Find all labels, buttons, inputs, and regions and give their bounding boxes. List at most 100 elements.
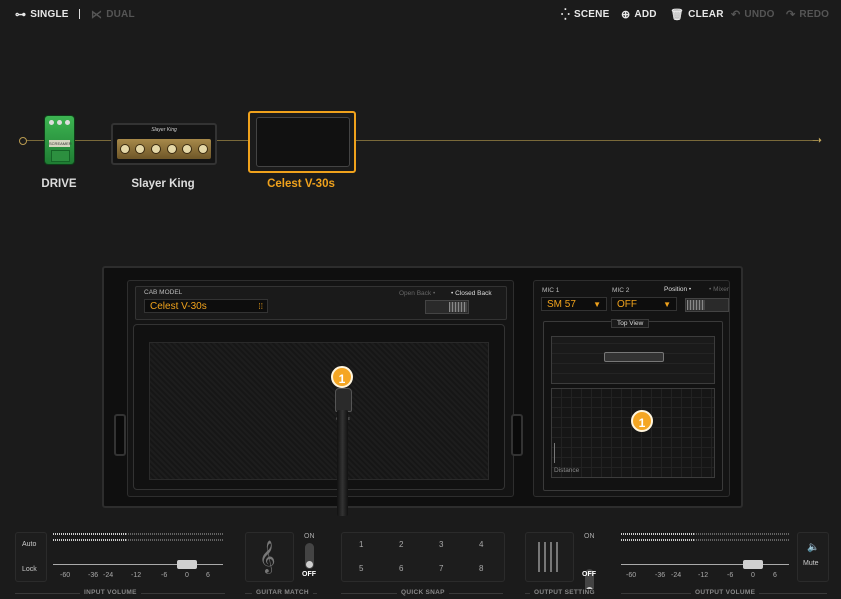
input-meter-r: [53, 539, 126, 541]
cab-model-label: CAB MODEL: [144, 289, 183, 296]
mic-1-drag-handle[interactable]: SHURE: [333, 388, 352, 516]
snap-8-button[interactable]: 8: [479, 564, 483, 573]
cab-handle-right: [511, 414, 523, 456]
position-label: Position: [664, 286, 688, 293]
scale-tick: -60: [626, 572, 637, 579]
scale-tick: 6: [773, 572, 777, 579]
input-volume-slider[interactable]: [53, 564, 223, 565]
snap-7-button[interactable]: 7: [439, 564, 443, 573]
pedal-knobs: [49, 120, 70, 125]
clear-button[interactable]: 🗑 CLEAR: [670, 8, 724, 21]
top-view-panel: Distance: [543, 321, 723, 491]
top-view-cabinet: [551, 336, 715, 384]
snap-5-button[interactable]: 5: [359, 564, 363, 573]
mixer-label: Mixer: [713, 286, 729, 293]
input-volume-label: INPUT VOLUME: [80, 589, 141, 596]
quick-snap-label: QUICK SNAP: [397, 589, 449, 596]
undo-button[interactable]: ↶ UNDO: [731, 8, 775, 21]
closed-back-option[interactable]: • Closed Back: [451, 290, 492, 297]
mic-position-grid[interactable]: Distance: [551, 388, 715, 478]
cab-block-label: Celest V-30s: [267, 178, 335, 190]
output-setting-label: OUTPUT SETTING: [530, 589, 599, 596]
scale-tick: -6: [727, 572, 734, 579]
scale-tick: -6: [161, 572, 168, 579]
mic-1-position-badge[interactable]: 1: [631, 410, 653, 432]
scale-tick: -24: [103, 572, 114, 579]
quick-snap-panel: 1 2 3 4 5 6 7 8: [341, 532, 505, 582]
position-option[interactable]: Position •: [664, 286, 691, 293]
guitar-match-off-label: OFF: [302, 571, 316, 578]
scale-tick: 6: [206, 572, 210, 579]
dual-mode-button[interactable]: ⋉ DUAL: [91, 8, 135, 21]
input-meter-l: [53, 533, 126, 535]
guitar-match-toggle[interactable]: [305, 543, 314, 569]
mute-button[interactable]: 🔈 Mute: [797, 532, 829, 582]
distance-label: Distance: [554, 467, 580, 474]
output-volume-slider[interactable]: [621, 564, 789, 565]
scale-tick: -12: [131, 572, 142, 579]
pedal-plate: SCREAMER: [49, 140, 72, 147]
mic2-value: OFF: [617, 299, 637, 310]
open-back-option[interactable]: Open Back •: [399, 290, 435, 297]
mic1-value: SM 57: [547, 299, 576, 310]
lock-button[interactable]: Lock: [22, 566, 37, 573]
output-meter-l-rest: [694, 533, 790, 535]
single-chain-icon: ⊶: [15, 9, 27, 21]
output-meter-r-rest: [694, 539, 790, 541]
snap-4-button[interactable]: 4: [479, 540, 483, 549]
position-mixer-switch[interactable]: [685, 298, 729, 312]
cab-icon: [256, 117, 350, 167]
snap-1-button[interactable]: 1: [359, 540, 363, 549]
input-meter-r-rest: [126, 539, 223, 541]
cab-block-selected[interactable]: [248, 111, 356, 173]
scale-tick: 0: [751, 572, 755, 579]
distance-axis: [554, 443, 555, 463]
snap-6-button[interactable]: 6: [399, 564, 403, 573]
drive-pedal-block[interactable]: SCREAMER: [45, 116, 74, 164]
snap-2-button[interactable]: 2: [399, 540, 403, 549]
mic1-label: MIC 1: [542, 287, 560, 294]
mic2-select[interactable]: OFF ▼: [611, 297, 677, 311]
guitar-match-button[interactable]: 𝄞: [245, 532, 294, 582]
input-volume-thumb[interactable]: [177, 560, 197, 569]
back-type-switch[interactable]: [425, 300, 469, 314]
clear-label: CLEAR: [688, 9, 724, 20]
open-back-label: Open Back: [399, 290, 432, 297]
mic-1-badge: 1: [331, 366, 353, 388]
amp-block[interactable]: Slayer King: [111, 123, 217, 165]
add-button[interactable]: ⊕ ADD: [621, 8, 657, 21]
scene-label: SCENE: [573, 9, 610, 20]
scene-button[interactable]: ⁛ SCENE: [561, 8, 609, 21]
amp-control-panel: [117, 139, 211, 159]
mixer-option[interactable]: • Mixer: [709, 286, 729, 293]
dual-label: DUAL: [106, 9, 135, 20]
scale-tick: -36: [655, 572, 666, 579]
cab-model-select[interactable]: Celest V-30s ⁞⁞: [144, 299, 268, 313]
redo-button[interactable]: ↷ REDO: [786, 8, 829, 21]
add-circle-icon: ⊕: [621, 9, 631, 21]
cab-handle-left: [114, 414, 126, 456]
speaker-grill: [149, 342, 489, 480]
mode-divider: [79, 9, 80, 19]
chevron-down-icon: ▼: [593, 300, 601, 309]
mic1-select[interactable]: SM 57 ▼: [541, 297, 607, 311]
chain-input-node: [19, 137, 27, 145]
switch-thumb: [449, 302, 467, 312]
mute-label: Mute: [803, 560, 819, 567]
chevron-down-icon: ▼: [663, 300, 671, 309]
trash-icon: 🗑: [670, 9, 685, 21]
speaker-cabinet: [133, 324, 505, 490]
dual-chain-icon: ⋉: [91, 9, 103, 21]
scale-tick: -24: [671, 572, 682, 579]
snap-3-button[interactable]: 3: [439, 540, 443, 549]
output-setting-button[interactable]: [525, 532, 574, 582]
closed-back-label: Closed Back: [455, 290, 492, 297]
auto-button[interactable]: Auto: [22, 541, 36, 548]
output-setting-off-label: OFF: [582, 571, 596, 578]
amp-name-plate: Slayer King: [151, 127, 177, 133]
output-setting-on-label: ON: [584, 533, 595, 540]
drive-block-label: DRIVE: [41, 178, 77, 190]
output-volume-thumb[interactable]: [743, 560, 763, 569]
single-mode-button[interactable]: ⊶ SINGLE: [15, 8, 69, 21]
top-view-handle: [604, 352, 664, 362]
